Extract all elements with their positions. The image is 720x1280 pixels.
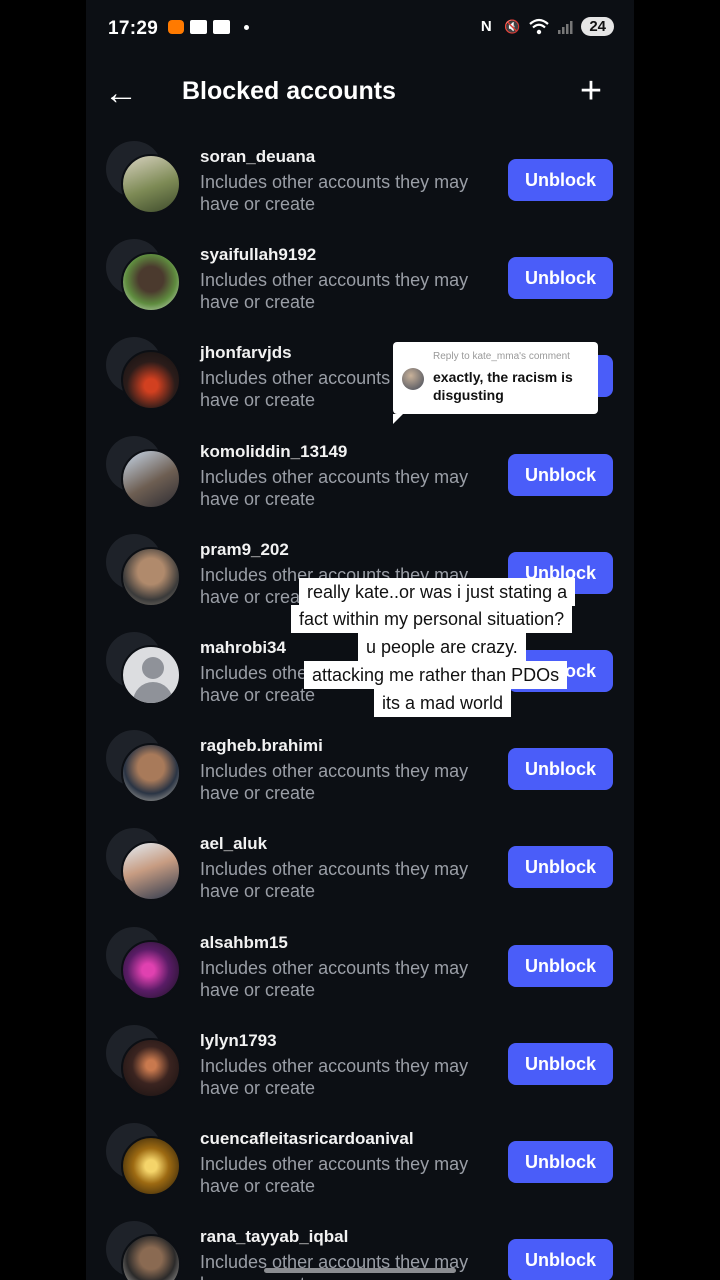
account-subtext: Includes other accounts they may have or… — [200, 1154, 469, 1196]
battery-indicator: 24 — [581, 17, 614, 36]
more-notifications-dot-icon — [244, 24, 249, 30]
header-bar: ← Blocked accounts + — [86, 62, 634, 126]
account-username[interactable]: alsahbm15 — [200, 933, 288, 953]
status-bar: 17:29 N 🔇 24 — [86, 0, 634, 60]
avatar[interactable] — [121, 546, 181, 607]
default-avatar-icon — [142, 657, 164, 679]
caption-line: really kate..or was i just stating a — [299, 578, 576, 606]
blocked-account-row[interactable]: komoliddin_13149 Includes other accounts … — [86, 427, 634, 525]
default-avatar-body — [133, 682, 173, 703]
avatar[interactable] — [121, 743, 181, 804]
account-subtext: Includes other accounts they may have or… — [200, 761, 469, 804]
account-subtext: Includes other accounts they may have or… — [200, 466, 469, 509]
account-username[interactable]: pram9_202 — [200, 540, 289, 560]
account-subtext: Includes other accounts they may have or… — [200, 859, 469, 902]
unblock-button[interactable]: Unblock — [508, 846, 613, 889]
add-icon[interactable]: + — [574, 72, 608, 112]
page-title: Blocked accounts — [182, 77, 396, 105]
account-subtext: Includes other accounts they may have or… — [200, 270, 469, 313]
account-username[interactable]: rana_tayyab_iqbal — [200, 1227, 348, 1247]
avatar[interactable] — [121, 1234, 181, 1280]
account-username[interactable]: mahrobi34 — [200, 638, 286, 658]
blocked-account-row[interactable]: ael_aluk Includes other accounts they may… — [86, 819, 634, 917]
account-username[interactable]: syaifullah9192 — [200, 245, 316, 265]
avatar[interactable] — [121, 645, 181, 705]
reply-text: exactly, the racism is disgusting — [433, 369, 573, 403]
account-username[interactable]: jhonfarvjds — [200, 343, 292, 363]
caption-line: u people are crazy. — [358, 633, 526, 661]
unblock-button[interactable]: Unblock — [508, 748, 613, 791]
avatar[interactable] — [121, 252, 181, 313]
wifi-icon — [529, 18, 550, 34]
caption-line: its a mad world — [374, 689, 512, 717]
phone-screen: 17:29 N 🔇 24 ← Blocked accounts + soran_… — [86, 0, 634, 1280]
blocked-account-row[interactable]: lylyn1793 Includes other accounts they ma… — [86, 1016, 634, 1114]
account-username[interactable]: lylyn1793 — [200, 1031, 277, 1051]
avatar[interactable] — [121, 1136, 181, 1196]
caption-line: attacking me rather than PDOs — [304, 661, 568, 689]
unblock-button[interactable]: Unblock — [508, 1239, 613, 1280]
account-subtext: Includes other accounts they may have or… — [200, 1252, 469, 1280]
app-notification-icon — [168, 20, 184, 34]
account-username[interactable]: cuencafleitasricardoanival — [200, 1129, 414, 1149]
avatar[interactable] — [121, 841, 181, 902]
unblock-button[interactable]: Unblock — [508, 1042, 613, 1085]
account-subtext: Includes other accounts they may have or… — [200, 1055, 469, 1098]
avatar[interactable] — [121, 939, 181, 1000]
account-username[interactable]: ragheb.brahimi — [200, 736, 323, 756]
blocked-account-row[interactable]: syaifullah9192 Includes other accounts th… — [86, 230, 634, 328]
commenter-avatar — [402, 368, 424, 390]
blocked-account-row[interactable]: ragheb.brahimi Includes other accounts th… — [86, 721, 634, 819]
avatar[interactable] — [121, 154, 181, 214]
back-arrow-icon[interactable]: ← — [104, 76, 144, 112]
reply-comment-bubble: Reply to kate_mma's comment exactly, the… — [393, 342, 598, 424]
avatar[interactable] — [121, 1037, 181, 1098]
account-subtext: Includes other accounts they may have or… — [200, 957, 469, 1000]
account-subtext: Includes other accounts they may have or… — [200, 172, 469, 214]
system-icons: N 🔇 24 — [477, 17, 614, 36]
avatar[interactable] — [121, 448, 181, 509]
blocked-account-row[interactable]: cuencafleitasricardoanival Includes other… — [86, 1114, 634, 1212]
account-username[interactable]: komoliddin_13149 — [200, 442, 347, 462]
home-indicator[interactable] — [264, 1268, 456, 1273]
unblock-button[interactable]: Unblock — [508, 257, 613, 300]
mail-icon — [213, 20, 230, 34]
signal-icon — [558, 20, 573, 34]
status-time: 17:29 — [108, 18, 159, 39]
unblock-button[interactable]: Unblock — [508, 1141, 613, 1183]
caption-line: fact within my personal situation? — [291, 605, 573, 633]
notification-icons — [168, 20, 249, 34]
mute-icon: 🔇 — [504, 18, 521, 34]
account-username[interactable]: soran_deuana — [200, 147, 315, 167]
unblock-button[interactable]: Unblock — [508, 453, 613, 496]
unblock-button[interactable]: Unblock — [508, 944, 613, 987]
nfc-icon: N — [480, 17, 492, 35]
account-username[interactable]: ael_aluk — [200, 834, 267, 854]
unblock-button[interactable]: Unblock — [508, 159, 613, 201]
folder-icon — [190, 20, 207, 34]
reply-meta-text: Reply to kate_mma's comment — [433, 351, 570, 362]
avatar[interactable] — [121, 350, 181, 411]
blocked-account-row[interactable]: alsahbm15 Includes other accounts they ma… — [86, 918, 634, 1016]
blocked-account-row[interactable]: soran_deuana Includes other accounts they… — [86, 132, 634, 230]
